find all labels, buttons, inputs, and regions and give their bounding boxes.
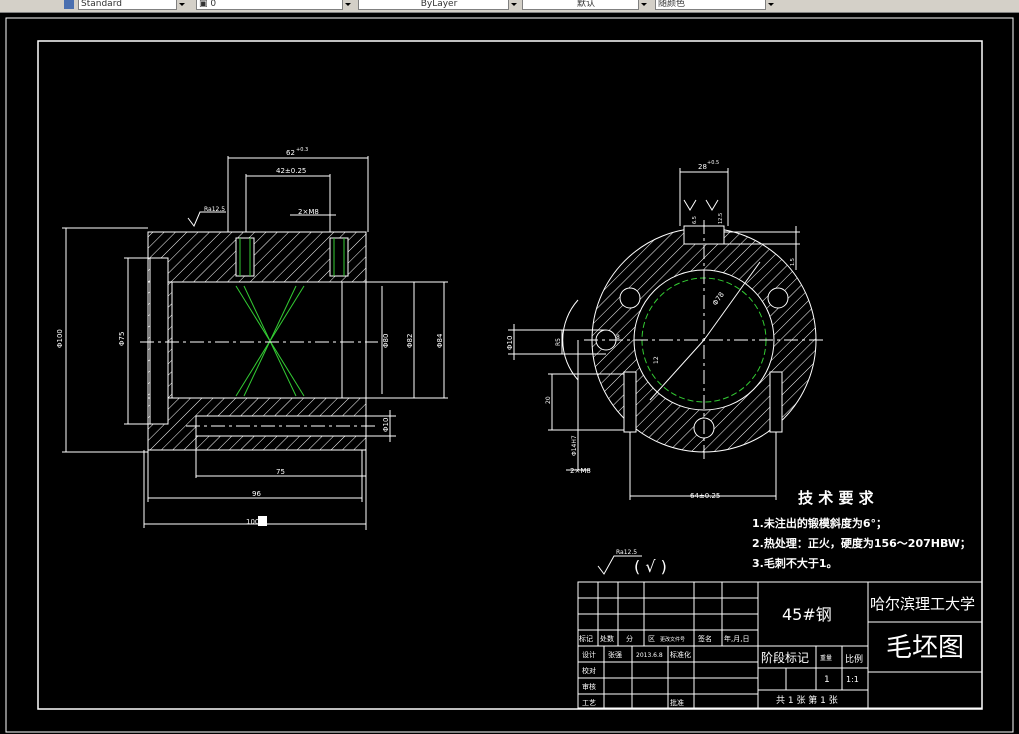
dim-100: 100 (246, 518, 259, 526)
drawing-name: 毛坯图 (886, 633, 964, 663)
lineweight-select[interactable]: 默认 (522, 0, 648, 10)
standardize: 标准化 (670, 650, 691, 659)
tech-req-title: 技 术 要 求 (798, 489, 875, 507)
left-section-view (140, 231, 378, 451)
plot-style-select[interactable]: 随颜色 (655, 0, 775, 10)
qty: 1 (824, 675, 830, 685)
process-label: 工艺 (582, 699, 596, 707)
layer-value: 0 (210, 0, 217, 9)
dim-62: 62 (286, 149, 295, 157)
plot-style-dropdown[interactable] (765, 0, 775, 10)
plot-style-value: 随颜色 (658, 0, 686, 9)
text-style-select[interactable]: Standard (78, 0, 186, 10)
roughness-left: Ra12.5 (204, 206, 225, 213)
dim-64: 64±0.25 (690, 492, 720, 500)
dim-1-5: 1.5 (790, 258, 796, 266)
approve-label: 批准 (670, 698, 684, 707)
dim-dia-84: Φ84 (436, 333, 444, 348)
linetype-select[interactable]: ByLayer (358, 0, 518, 10)
design-label: 设计 (582, 650, 596, 659)
hdr-div: 分 (626, 634, 633, 643)
hdr-mark: 标记 (579, 634, 593, 643)
dim-42: 42±0.25 (276, 167, 306, 175)
properties-toolbar: Standard ▣ 0 ByLayer 默认 随颜色 (0, 0, 1019, 13)
tech-req-item-1: 1.未注出的锻模斜度为6°； (752, 516, 887, 530)
dim-75: 75 (276, 468, 285, 476)
weight-label: 重量 (820, 654, 832, 662)
roughness-paren: ( √ ) (634, 557, 667, 576)
drawing-canvas[interactable]: 62 +0.3 42±0.25 2×M8 Ra12.5 Φ100 Φ75 Φ80… (0, 13, 1019, 734)
text-style-icon[interactable] (64, 0, 74, 9)
design-date: 2013.6.8 (636, 652, 663, 659)
general-roughness-note: Ra12.5 ( √ ) (597, 549, 667, 576)
dim-8: 8 (616, 334, 620, 341)
dim-28: 28 (698, 163, 707, 171)
layer-icon: ▣ (199, 0, 211, 9)
hdr-date: 年,月,日 (724, 634, 749, 643)
dim-dia-75: Φ75 (118, 332, 126, 346)
cursor-block (258, 516, 267, 526)
tech-req-item-2: 2.热处理：正火，硬度为156～207HBW； (752, 536, 971, 550)
hdr-sign: 签名 (698, 634, 712, 643)
text-style-value: Standard (81, 0, 122, 9)
linetype-value: ByLayer (420, 0, 458, 9)
lineweight-value: 默认 (576, 0, 595, 9)
dim-20: 20 (545, 396, 552, 404)
dim-12-5: 12.5 (718, 213, 724, 224)
tech-req-item-3: 3.毛刺不大于1。 (752, 556, 838, 570)
dim-6-5: 6.5 (692, 216, 698, 224)
review-label: 审核 (582, 682, 596, 691)
holes-note-left: 2×M8 (298, 208, 319, 216)
university: 哈尔滨理工大学 (870, 595, 975, 613)
scale-label: 比例 (845, 653, 863, 665)
text-style-dropdown[interactable] (176, 0, 186, 10)
holes-note-right: 2×M8 (570, 467, 591, 475)
hdr-count: 处数 (600, 634, 614, 643)
dim-14h7: Φ14H7 (571, 435, 578, 456)
right-end-view (584, 220, 824, 460)
hdr-doc: 更改文件号 (660, 636, 685, 643)
dim-96: 96 (252, 490, 261, 498)
dim-dia-80: Φ80 (382, 334, 390, 348)
dim-dia-82: Φ82 (406, 334, 414, 348)
scale-value: 1:1 (846, 675, 859, 684)
dim-r5: R5 (555, 338, 562, 346)
layer-select[interactable]: ▣ 0 (196, 0, 352, 10)
hdr-zone: 区 (648, 635, 655, 643)
dim-dia-10: Φ10 (382, 418, 390, 432)
technical-requirements: 技 术 要 求 1.未注出的锻模斜度为6°； 2.热处理：正火，硬度为156～2… (752, 489, 971, 570)
lineweight-dropdown[interactable] (638, 0, 648, 10)
dim-62-tol: +0.3 (296, 147, 308, 153)
designer: 张强 (608, 650, 622, 659)
material: 45#钢 (782, 605, 832, 624)
dim-28-tol: +0.5 (707, 160, 719, 166)
dim-12-right: 12 (653, 356, 660, 364)
roughness-value: Ra12.5 (616, 549, 637, 556)
layer-dropdown[interactable] (342, 0, 352, 10)
check-label: 校对 (582, 666, 596, 675)
linetype-dropdown[interactable] (508, 0, 518, 10)
dim-10-right: Φ10 (506, 336, 514, 350)
dim-dia-100: Φ100 (56, 329, 64, 348)
sheets: 共 1 张 第 1 张 (776, 694, 838, 706)
stage-label: 阶段标记 (761, 650, 809, 665)
